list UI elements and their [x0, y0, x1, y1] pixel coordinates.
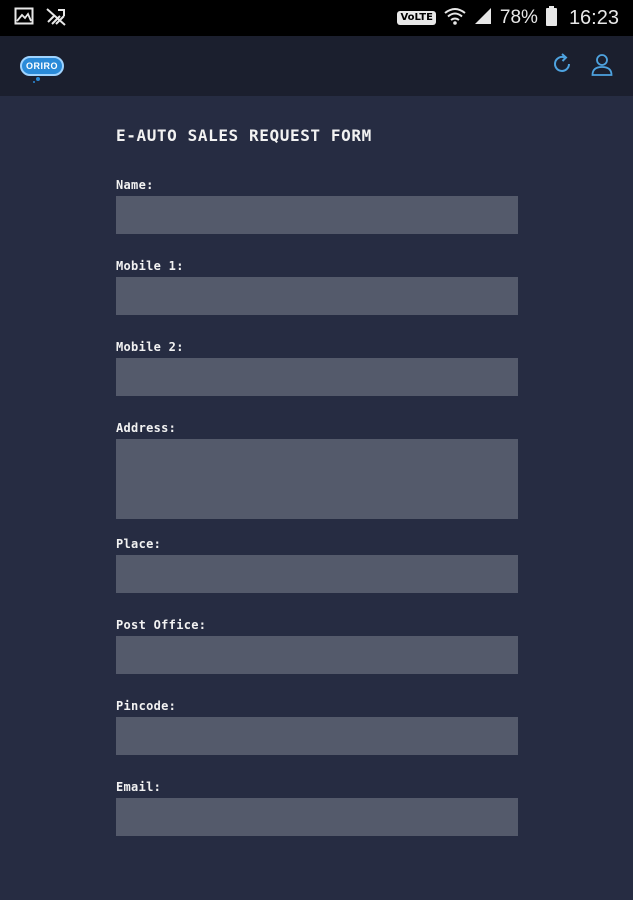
refresh-button[interactable]: [549, 52, 575, 81]
battery-icon: [545, 5, 557, 31]
refresh-icon: [550, 52, 574, 81]
post-office-label: Post Office:: [116, 618, 207, 632]
mobile2-label: Mobile 2:: [116, 340, 184, 354]
no-signal-icon: [44, 6, 68, 31]
place-input[interactable]: [116, 555, 518, 593]
post-office-input[interactable]: [116, 636, 518, 674]
mobile2-input[interactable]: [116, 358, 518, 396]
battery-percent: 78%: [499, 7, 538, 28]
place-label: Place:: [116, 537, 162, 551]
pincode-input[interactable]: [116, 717, 518, 755]
volte-badge: VoLTE: [397, 11, 436, 25]
logo-dot: [33, 81, 35, 83]
wifi-icon: [444, 7, 466, 30]
cell-signal-icon: [474, 7, 492, 30]
gallery-icon: [14, 7, 34, 30]
name-input[interactable]: [116, 196, 518, 234]
logo-dot: [36, 77, 40, 81]
mobile1-label: Mobile 1:: [116, 259, 184, 273]
email-label: Email:: [116, 780, 162, 794]
pincode-label: Pincode:: [116, 699, 177, 713]
status-bar: VoLTE 78% 16:23: [0, 0, 633, 36]
address-label: Address:: [116, 421, 177, 435]
status-left-icons: [14, 6, 68, 31]
form-title: E-AUTO SALES REQUEST FORM: [116, 126, 372, 145]
name-label: Name:: [116, 178, 154, 192]
app-bar: ORIRO: [0, 36, 633, 96]
logo-text: ORIRO: [25, 61, 58, 71]
status-right-icons: VoLTE 78% 16:23: [397, 5, 619, 31]
user-icon: [590, 52, 614, 81]
logo-bubble: ORIRO: [20, 56, 64, 76]
app-actions: [549, 52, 615, 81]
address-input[interactable]: [116, 439, 518, 519]
clock: 16:23: [568, 6, 619, 29]
mobile1-input[interactable]: [116, 277, 518, 315]
email-input[interactable]: [116, 798, 518, 836]
app-logo[interactable]: ORIRO: [18, 48, 66, 84]
user-button[interactable]: [589, 53, 615, 79]
